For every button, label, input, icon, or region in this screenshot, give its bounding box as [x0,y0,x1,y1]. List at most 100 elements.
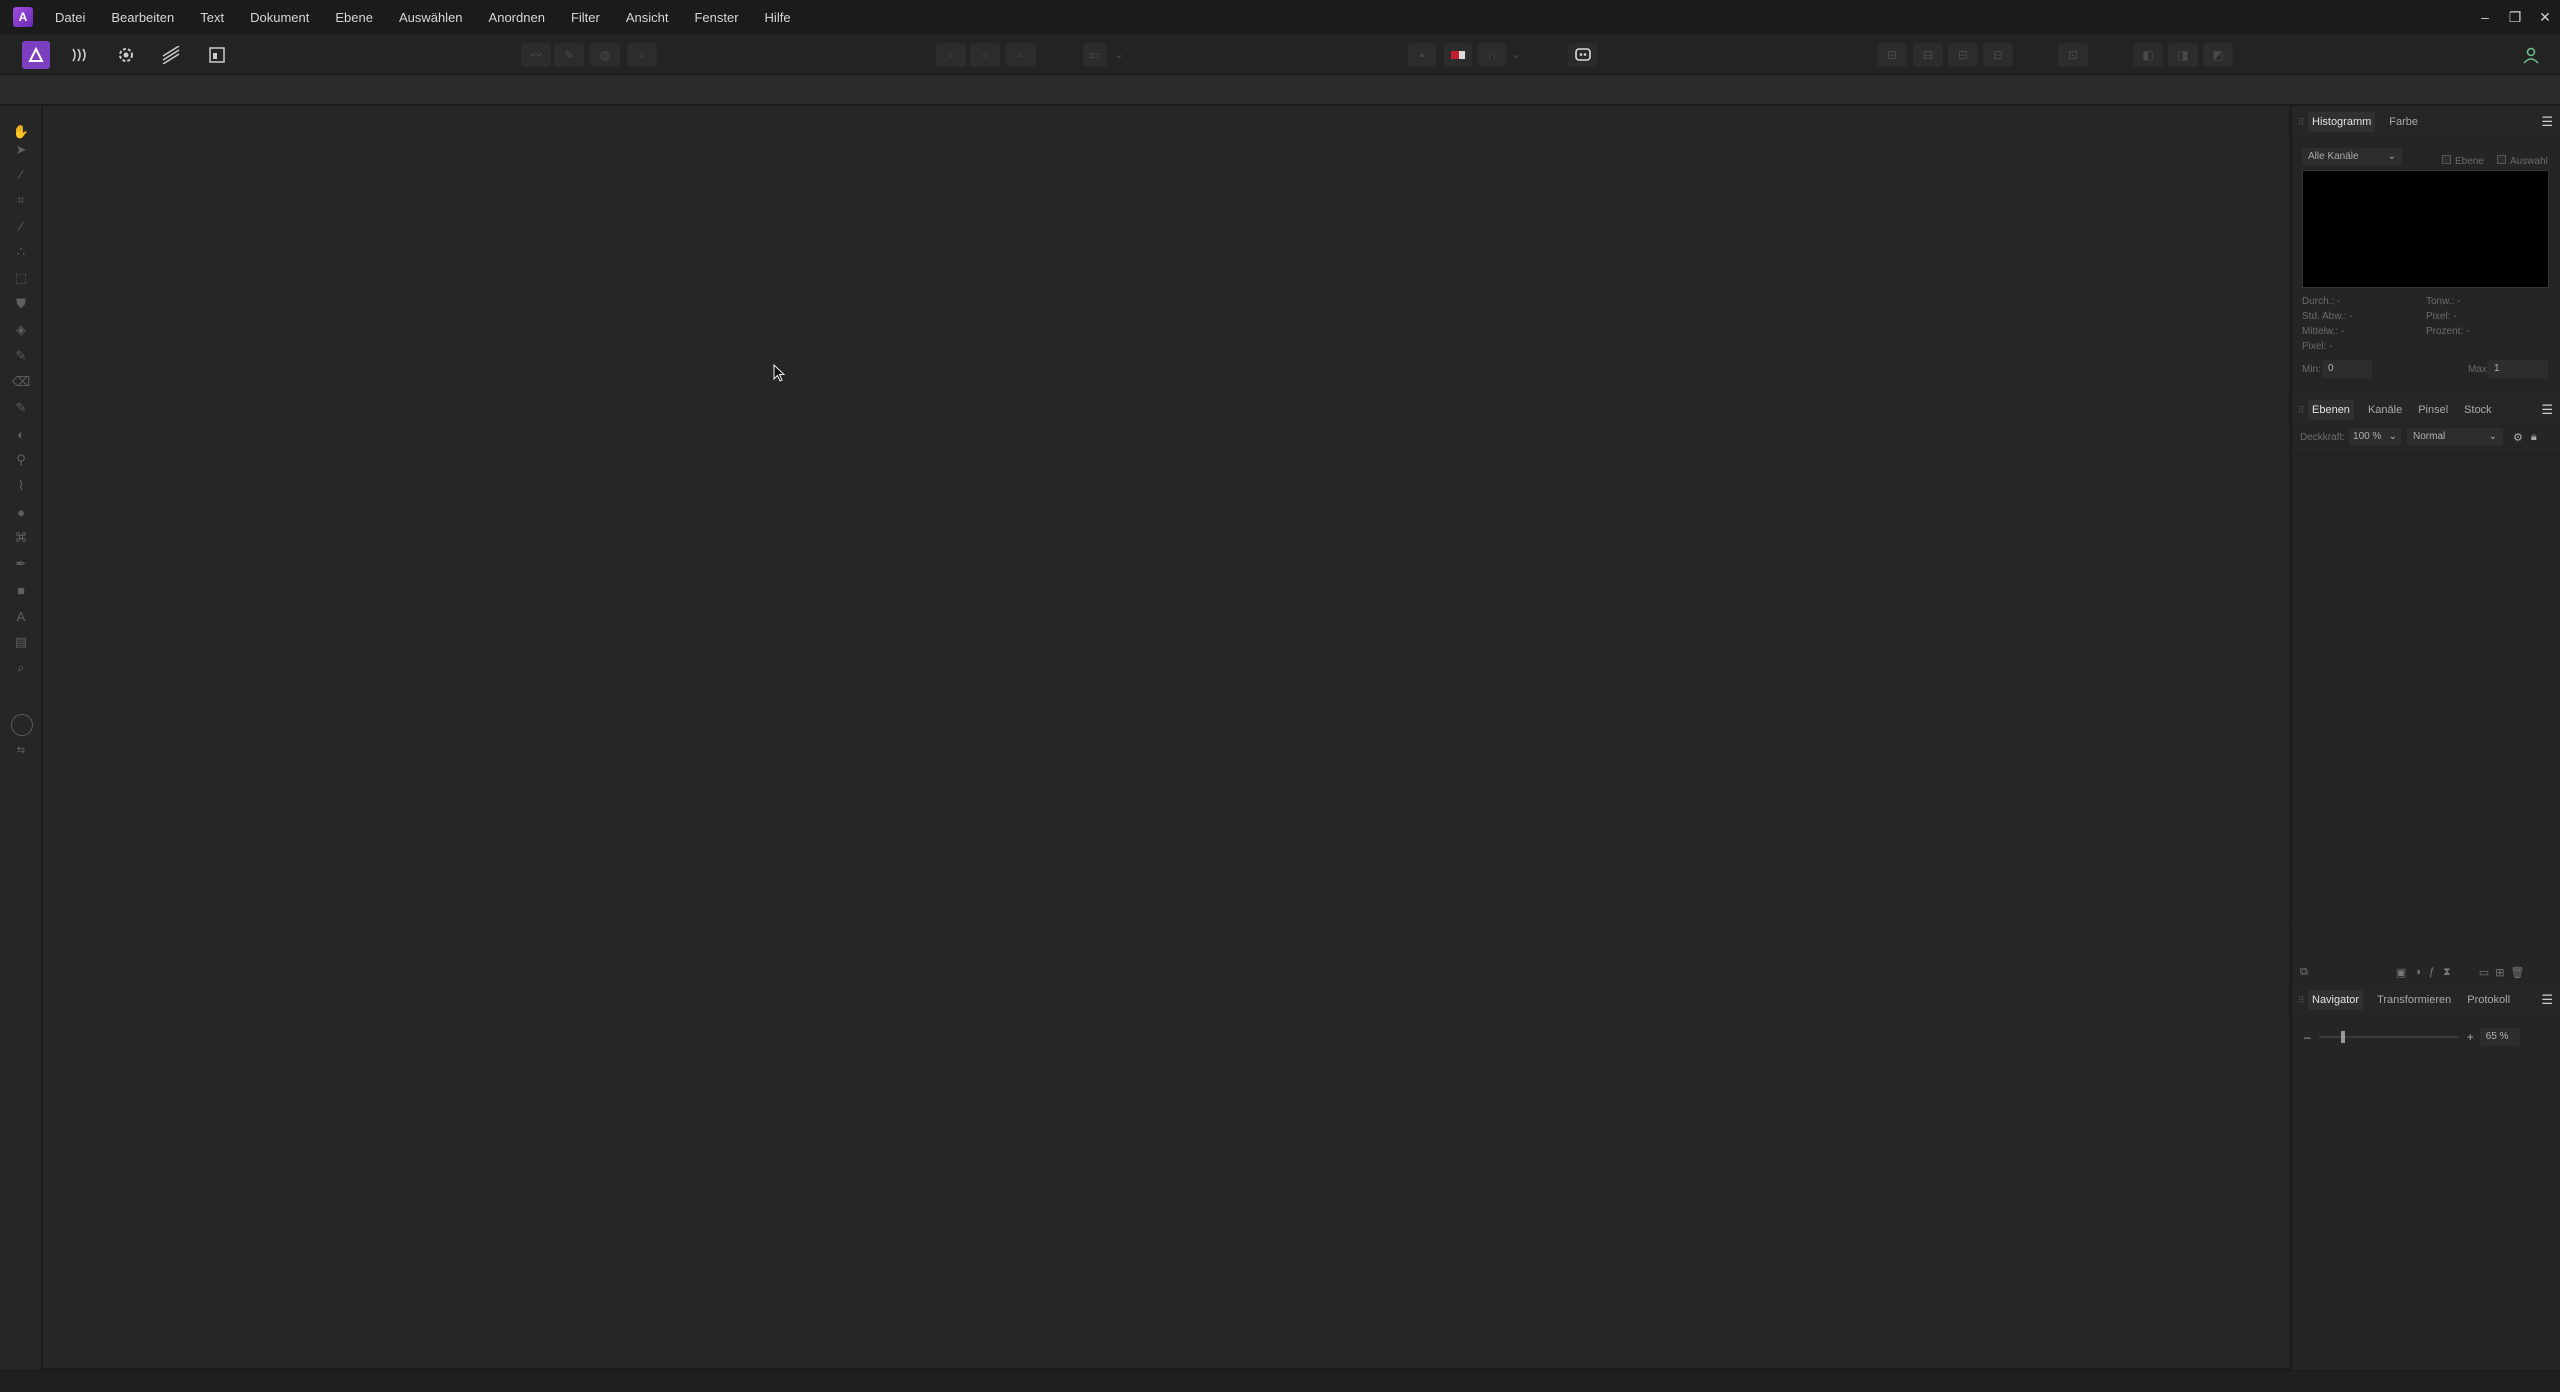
zoom-in-button[interactable]: + [2467,1030,2474,1044]
healing-brush-tool-icon[interactable]: ⌇ [11,476,31,496]
mask-layer-icon[interactable]: ▣ [2396,966,2406,979]
lock-icon[interactable]: 🔒︎ [2531,431,2537,444]
tab-pinsel[interactable]: Pinsel [2416,400,2450,420]
menu-ebene[interactable]: Ebene [335,10,373,25]
zoom-tool-icon[interactable]: ⌕ [11,658,31,678]
panel-menu-icon[interactable]: ☰ [2541,402,2553,418]
account-button[interactable] [2516,43,2546,67]
mask-button[interactable]: ◍ [590,43,620,67]
arrange-button-1[interactable]: ▫ [936,43,966,67]
crop-tool-icon[interactable]: ⌗ [11,190,31,210]
red-eye-tool-icon[interactable]: ● [11,502,31,522]
arrange-forward-button[interactable]: ◩ [2203,43,2233,67]
layers-list[interactable] [2292,452,2560,922]
frame-text-tool-icon[interactable]: ▤ [11,632,31,652]
arrange-button-2[interactable]: ▫ [970,43,1000,67]
panel-menu-icon[interactable]: ☰ [2541,992,2553,1008]
dodge-brush-tool-icon[interactable]: ✎ [11,398,31,418]
layer-checkbox-group[interactable]: Ebene [2442,151,2484,169]
tab-ebenen[interactable]: Ebenen [2308,400,2354,420]
flood-select-tool-icon[interactable]: ∴ [11,242,31,262]
arrange-button-3[interactable]: ▫ [1006,43,1036,67]
color-picker-tool-icon[interactable]: ⁄ [11,164,31,184]
close-button[interactable]: ✕ [2530,0,2560,34]
tab-kanaele[interactable]: Kanäle [2366,400,2404,420]
quick-mask-button[interactable]: ▪ [1408,43,1436,67]
blend-mode-dropdown[interactable]: Normal ⌄ [2407,428,2504,446]
zoom-slider-handle[interactable] [2340,1031,2345,1043]
menu-anordnen[interactable]: Anordnen [489,10,545,25]
zoom-out-button[interactable]: – [2304,1030,2311,1044]
develop-persona-icon[interactable] [112,41,140,69]
delete-layer-icon[interactable]: 🗑︎ [2510,966,2524,979]
tab-navigator[interactable]: Navigator [2308,990,2364,1010]
brush-options-button[interactable]: 〰 [521,43,551,67]
align-button-3[interactable]: ⊟ [1948,43,1978,67]
layer-checkbox[interactable] [2442,155,2451,165]
canvas-area[interactable] [43,106,2289,1368]
align-button-4[interactable]: ⊟ [1983,43,2013,67]
selection-checkbox[interactable] [2497,155,2506,165]
view-tool-icon[interactable]: ✋ [11,122,31,142]
photo-persona-icon[interactable] [22,41,50,69]
gear-icon[interactable]: ⚙ [2513,431,2523,444]
channel-dropdown[interactable]: Alle Kanäle ⌄ [2302,148,2402,166]
restore-button[interactable]: ❐ [2500,0,2530,34]
mesh-warp-tool-icon[interactable]: ⌘ [11,528,31,548]
minimize-button[interactable]: – [2470,0,2500,34]
erase-brush-tool-icon[interactable]: ⌫ [11,372,31,392]
flood-fill-tool-icon[interactable]: ⛊ [11,294,31,314]
assistant-button[interactable] [1568,43,1598,67]
clone-tool-icon[interactable]: ⚲ [11,450,31,470]
menu-dokument[interactable]: Dokument [250,10,309,25]
layer-styles-icon[interactable]: ⧉ [2300,966,2308,979]
fx-icon[interactable]: ƒ [2429,966,2435,978]
arrange-front-button[interactable]: ◧ [2133,43,2163,67]
opacity-field[interactable]: 100 % ⌄ [2349,428,2402,446]
group-folder-icon[interactable]: ▭ [2479,966,2489,979]
menu-bearbeiten[interactable]: Bearbeiten [111,10,174,25]
live-filter-icon[interactable]: ⧗ [2443,966,2451,979]
marquee-tool-icon[interactable]: ⬚ [11,268,31,288]
tab-transformieren[interactable]: Transformieren [2375,990,2453,1010]
snapping-dropdown[interactable]: ⌄ [1508,43,1524,67]
zoom-button[interactable]: ⌕ [627,43,657,67]
gradient-tool-icon[interactable]: ◈ [11,320,31,340]
align-button-2[interactable]: ⊟ [1913,43,1943,67]
max-field[interactable]: 1 [2488,360,2548,378]
panel-menu-icon[interactable]: ☰ [2541,114,2553,130]
color-wheel-icon[interactable] [11,714,33,736]
menu-datei[interactable]: Datei [55,10,85,25]
paint-brush-tool-icon[interactable]: ✎ [11,346,31,366]
adjustment-icon[interactable]: ◑ [2414,966,2421,978]
snapping-button[interactable]: ∩ [1478,43,1506,67]
selection-checkbox-group[interactable]: Auswahl [2497,151,2548,169]
tab-farbe[interactable]: Farbe [2387,112,2420,132]
align-button-1[interactable]: ⊟ [1877,43,1907,67]
menu-ansicht[interactable]: Ansicht [626,10,669,25]
selection-mode-dropdown[interactable]: ⌄ [1109,43,1129,67]
app-logo[interactable]: A [13,7,33,27]
tone-mapping-persona-icon[interactable] [157,41,185,69]
tab-protokoll[interactable]: Protokoll [2465,990,2512,1010]
menu-hilfe[interactable]: Hilfe [765,10,791,25]
export-persona-icon[interactable] [203,41,231,69]
move-tool-icon[interactable]: ➤ [11,140,31,160]
grip-icon[interactable]: ⠿ [2298,117,2308,128]
pen-button[interactable]: ✎ [554,43,584,67]
min-field[interactable]: 0 [2322,360,2372,378]
liquify-persona-icon[interactable] [66,41,94,69]
tab-histogram[interactable]: Histogramm [2308,112,2376,132]
tab-stock[interactable]: Stock [2462,400,2494,420]
add-layer-icon[interactable]: ⊞ [2495,966,2504,979]
rectangle-tool-icon[interactable]: ■ [11,580,31,600]
zoom-value-field[interactable]: 65 % [2479,1028,2520,1046]
swap-colors-icon[interactable]: ⇆ [11,740,31,760]
smudge-tool-icon[interactable]: ◐ [11,424,31,444]
selection-mode-button[interactable]: ▭ [1083,43,1107,67]
grip-icon[interactable]: ⠿ [2298,995,2308,1006]
grip-icon[interactable]: ⠿ [2298,405,2308,416]
selection-brush-tool-icon[interactable]: ⁄ [11,216,31,236]
menu-fenster[interactable]: Fenster [694,10,738,25]
color-swatch-button[interactable] [1444,43,1472,67]
